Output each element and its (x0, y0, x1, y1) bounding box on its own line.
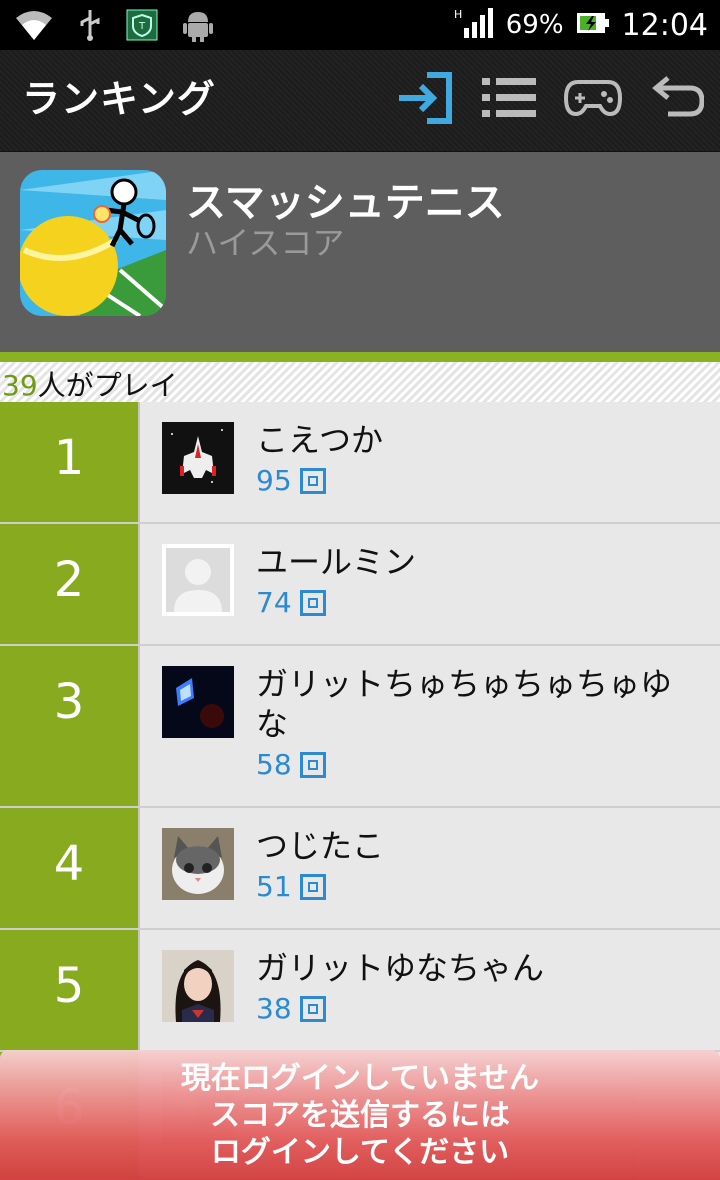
game-app-icon (20, 170, 166, 316)
login-notice-line2: スコアを送信するには (210, 1097, 510, 1133)
rank-number: 1 (0, 402, 140, 522)
players-count-bar: 39人がプレイ (0, 362, 720, 402)
score-value: 58 (256, 748, 292, 781)
game-subtitle: ハイスコア (186, 224, 345, 262)
avatar (162, 544, 234, 616)
count-icon (299, 589, 326, 616)
game-header: スマッシュテニス ハイスコア (0, 152, 720, 352)
ranking-row[interactable]: 3 ガリットちゅちゅちゅちゅゆな 58 (0, 646, 720, 808)
count-icon (299, 995, 326, 1022)
player-score: 51 (256, 870, 326, 903)
rank-number: 3 (0, 646, 140, 806)
svg-text:T: T (138, 21, 146, 32)
score-value: 51 (256, 870, 292, 903)
player-score: 38 (256, 992, 326, 1025)
shield-icon: T (126, 9, 158, 45)
svg-text:H: H (454, 8, 462, 21)
players-count: 39 (2, 369, 38, 402)
avatar (162, 828, 234, 900)
battery-percent: 69% (505, 10, 564, 40)
wifi-icon (14, 8, 54, 46)
player-name: つじたこ (256, 827, 385, 865)
player-name: ユールミン (256, 543, 417, 581)
gamepad-icon[interactable] (560, 68, 626, 128)
status-bar: T H 69% 12:04 (0, 0, 720, 50)
android-icon (182, 8, 214, 46)
avatar (162, 666, 234, 738)
rank-number: 5 (0, 930, 140, 1050)
score-value: 95 (256, 464, 292, 497)
rank-number: 4 (0, 808, 140, 928)
avatar (162, 950, 234, 1022)
count-icon (299, 467, 326, 494)
login-notice[interactable]: 現在ログインしていません スコアを送信するには ログインしてください (0, 1050, 720, 1180)
ranking-row[interactable]: 2 ユールミン 74 (0, 524, 720, 646)
usb-icon (78, 8, 102, 46)
list-icon[interactable] (476, 68, 542, 128)
back-icon[interactable] (644, 68, 710, 128)
rank-number: 2 (0, 524, 140, 644)
ranking-row[interactable]: 4 つじたこ 51 (0, 808, 720, 930)
player-score: 74 (256, 586, 326, 619)
count-icon (299, 751, 326, 778)
signal-icon: H (454, 6, 494, 44)
page-title: ランキング (22, 77, 216, 121)
login-notice-line1: 現在ログインしていません (180, 1060, 540, 1096)
login-icon[interactable] (392, 68, 458, 128)
avatar (162, 422, 234, 494)
player-name: ガリットゆなちゃん (256, 949, 545, 987)
count-icon (299, 873, 326, 900)
players-count-suffix: 人がプレイ (37, 369, 178, 402)
login-notice-line3: ログインしてください (210, 1134, 510, 1170)
score-value: 74 (256, 586, 292, 619)
header-divider (0, 352, 720, 362)
player-score: 58 (256, 748, 326, 781)
ranking-row[interactable]: 1 こえつか 95 (0, 402, 720, 524)
action-bar: ランキング (0, 50, 720, 152)
players-count-text: 39人がプレイ (2, 364, 178, 404)
battery-icon (576, 10, 610, 40)
clock: 12:04 (621, 7, 708, 43)
score-value: 38 (256, 992, 292, 1025)
player-score: 95 (256, 464, 326, 497)
player-name: ガリットちゅちゅちゅちゅゆな (256, 665, 673, 743)
ranking-row[interactable]: 5 ガリットゆなちゃん 38 (0, 930, 720, 1052)
player-name: こえつか (256, 421, 384, 459)
